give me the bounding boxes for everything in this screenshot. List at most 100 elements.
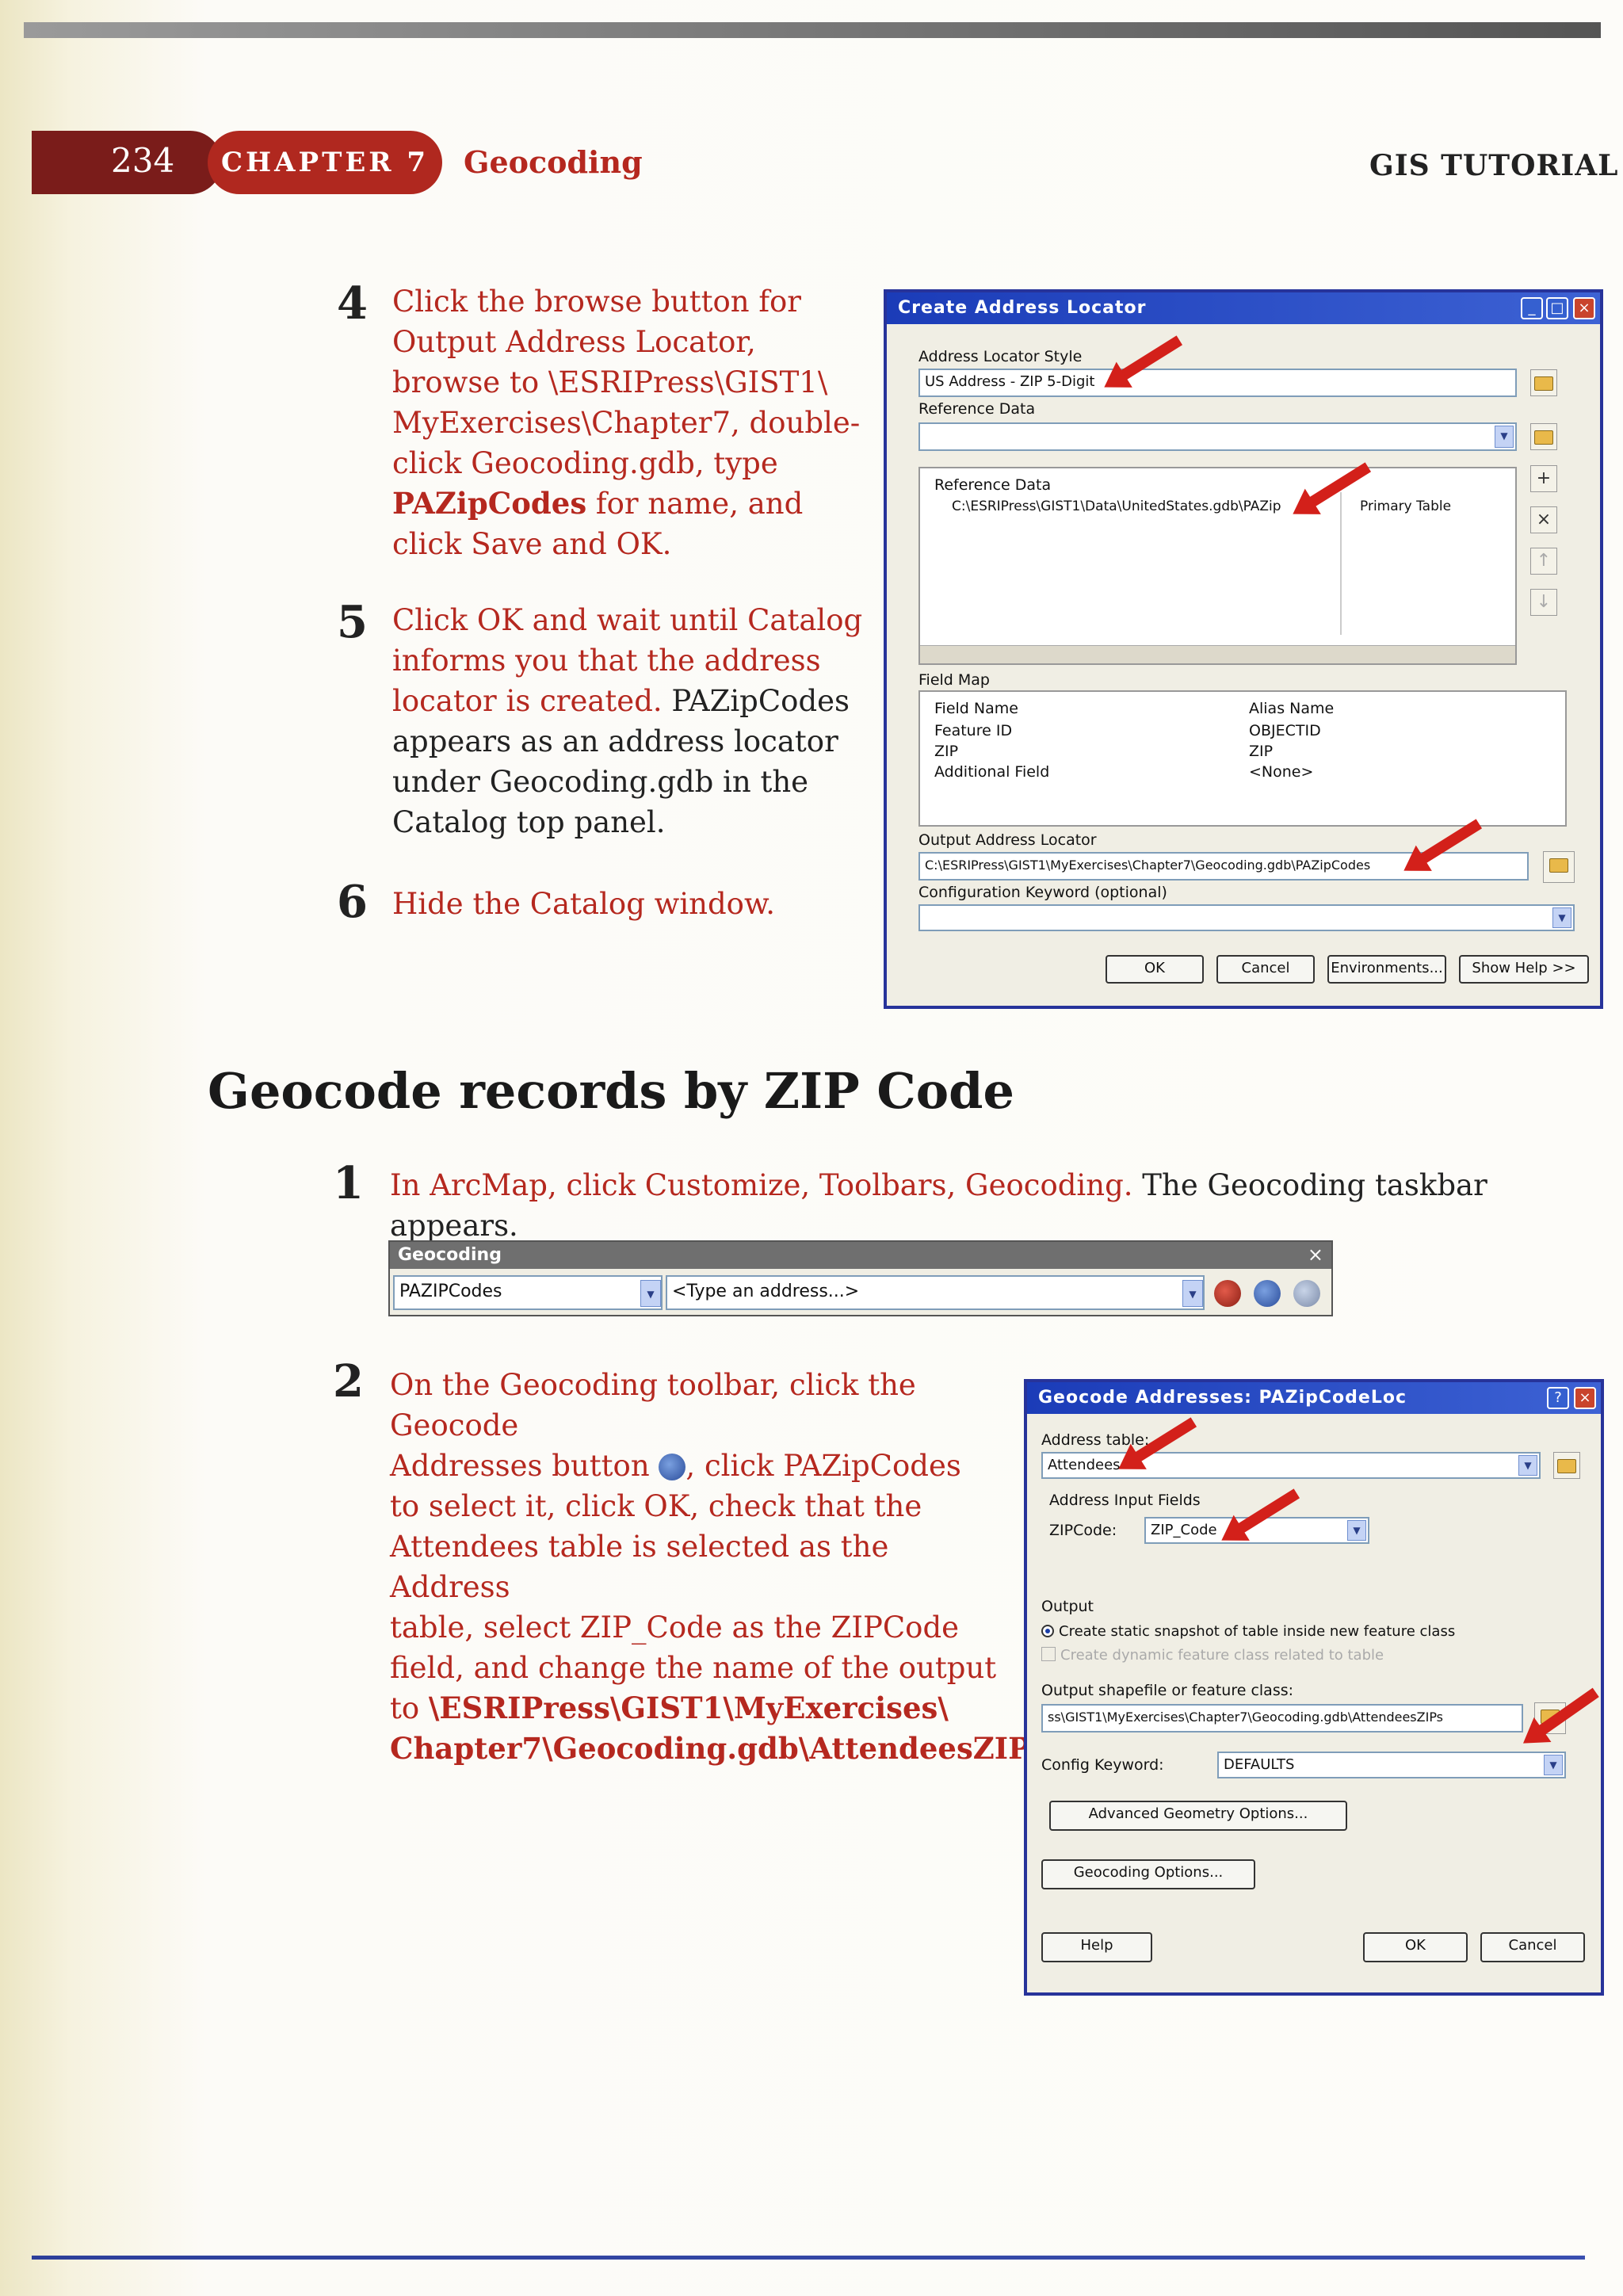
text-run: , click PAZipCodes [685, 1449, 961, 1483]
chevron-down-icon: ▼ [1347, 1520, 1366, 1541]
close-button[interactable]: × [1573, 297, 1595, 319]
section-heading: Geocode records by ZIP Code [208, 1062, 1014, 1120]
table-cell: ZIP [934, 743, 959, 760]
add-icon[interactable]: + [1530, 465, 1557, 492]
step-number: 6 [337, 876, 368, 928]
dialog-title: Geocode Addresses: PAZipCodeLoc [1027, 1382, 1601, 1414]
reference-path: C:\ESRIPress\GIST1\Data\UnitedStates.gdb… [952, 499, 1281, 514]
text-run: to [390, 1691, 429, 1725]
ok-button[interactable]: OK [1106, 955, 1204, 984]
maximize-button[interactable]: □ [1546, 297, 1568, 319]
field-map-table: Field Name Alias Name Feature ID OBJECTI… [918, 690, 1567, 827]
option-label: Create static snapshot of table inside n… [1059, 1623, 1456, 1640]
chevron-down-icon: ▼ [1552, 907, 1571, 928]
step-number: 1 [333, 1157, 364, 1209]
geocode-addresses-icon [659, 1454, 686, 1480]
step-4-text: Click the browse button for Output Addre… [392, 281, 884, 564]
address-input[interactable]: <Type an address...> [666, 1275, 1205, 1310]
geocoding-toolbar: Geocoding × PAZIPCodes ▼ <Type an addres… [388, 1240, 1333, 1316]
text-line: Chapter7\Geocoding.gdb\AttendeesZIP. [390, 1729, 1040, 1769]
locator-dropdown[interactable]: PAZIPCodes [393, 1275, 663, 1310]
keyword-dropdown[interactable]: ▼ [918, 904, 1575, 931]
geocoding-options-button[interactable]: Geocoding Options... [1041, 1859, 1255, 1889]
column-header: Field Name [934, 700, 1018, 717]
bold-text: Chapter7\Geocoding.gdb\AttendeesZIP [390, 1731, 1030, 1766]
geocode-addresses-icon[interactable] [1254, 1280, 1281, 1307]
page-number: 234 [111, 141, 175, 180]
remove-icon[interactable]: × [1530, 506, 1557, 533]
text-line: appears as an address locator [392, 724, 838, 758]
review-rematch-icon[interactable] [1293, 1280, 1320, 1307]
table-cell: ZIP [1249, 743, 1274, 760]
style-label: Address Locator Style [918, 348, 1083, 365]
step-number: 2 [333, 1355, 364, 1408]
advanced-geometry-button[interactable]: Advanced Geometry Options... [1049, 1801, 1347, 1831]
radio-selected[interactable] [1041, 1625, 1054, 1637]
ok-button[interactable]: OK [1363, 1932, 1468, 1962]
help-button[interactable]: Help [1041, 1932, 1152, 1962]
top-rule [24, 22, 1601, 38]
show-help-button[interactable]: Show Help >> [1459, 955, 1589, 984]
output-class-field[interactable]: ss\GIST1\MyExercises\Chapter7\Geocoding.… [1041, 1704, 1523, 1733]
folder-icon [1549, 858, 1568, 873]
move-up-icon[interactable]: ↑ [1530, 548, 1557, 575]
environments-button[interactable]: Environments... [1327, 955, 1446, 984]
text-line: Click the browse button for [392, 285, 801, 319]
chevron-down-icon[interactable]: ▼ [1182, 1280, 1203, 1307]
bold-text: PAZipCodes [392, 486, 587, 521]
text-line: field, and change the name of the output [390, 1651, 997, 1685]
text-line: browse to \ESRIPress\GIST1\ [392, 365, 828, 399]
step-number: 4 [337, 277, 368, 330]
field-map-label: Field Map [918, 671, 990, 689]
chevron-down-icon: ▼ [1518, 1455, 1537, 1476]
table-browse-button[interactable] [1553, 1452, 1580, 1479]
text-line: to select it, click OK, check that the [390, 1489, 922, 1523]
text-line: Click OK and wait until Catalog [392, 603, 863, 637]
config-keyword-label: Config Keyword: [1041, 1756, 1164, 1774]
address-table-label: Address table: [1041, 1431, 1150, 1449]
chevron-down-icon[interactable]: ▼ [640, 1280, 661, 1307]
close-button[interactable]: × [1574, 1387, 1596, 1409]
dropdown-value: DEFAULTS [1224, 1756, 1295, 1773]
move-down-icon[interactable]: ↓ [1530, 589, 1557, 616]
text-line: Attendees table is selected as the Addre… [390, 1530, 889, 1604]
chapter-label: CHAPTER 7 [208, 131, 442, 194]
bottom-rule [32, 2256, 1585, 2260]
horizontal-scrollbar[interactable] [920, 645, 1515, 663]
reference-role: Primary Table [1360, 499, 1452, 514]
text-line: Addresses button , click PAZipCodes [390, 1446, 1008, 1486]
cancel-button[interactable]: Cancel [1480, 1932, 1585, 1962]
zoom-to-address-icon[interactable] [1214, 1280, 1241, 1307]
text-line: informs you that the address [392, 644, 821, 678]
output-class-label: Output shapefile or feature class: [1041, 1682, 1294, 1699]
column-header: Reference Data [934, 476, 1052, 494]
minimize-button[interactable]: _ [1521, 297, 1543, 319]
radio-disabled[interactable] [1041, 1647, 1056, 1661]
reference-data-dropdown[interactable]: ▼ [918, 422, 1517, 451]
close-icon[interactable]: × [1308, 1244, 1323, 1266]
keyword-label: Configuration Keyword (optional) [918, 884, 1167, 901]
step-2-text: On the Geocoding toolbar, click the Geoc… [390, 1365, 1040, 1769]
table-cell: Additional Field [934, 763, 1050, 781]
step-5-text: Click OK and wait until Catalog informs … [392, 600, 899, 842]
style-field[interactable]: US Address - ZIP 5-Digit [918, 369, 1517, 397]
step-1-text: In ArcMap, click Customize, Toolbars, Ge… [390, 1165, 1623, 1246]
reference-browse-button[interactable] [1530, 423, 1557, 450]
help-icon[interactable]: ? [1547, 1387, 1569, 1409]
dropdown-value: Attendees [1048, 1457, 1121, 1473]
output-browse-button[interactable] [1543, 851, 1575, 883]
table-cell: Feature ID [934, 722, 1013, 739]
table-cell: OBJECTID [1249, 722, 1321, 739]
zipcode-label: ZIPCode: [1049, 1522, 1117, 1539]
create-address-locator-dialog: Create Address Locator _ □ × Address Loc… [884, 289, 1603, 1009]
geocode-addresses-dialog: Geocode Addresses: PAZipCodeLoc ? × Addr… [1024, 1379, 1604, 1996]
config-keyword-dropdown[interactable]: DEFAULTS ▼ [1217, 1752, 1566, 1778]
style-browse-button[interactable] [1530, 369, 1557, 396]
text-line: under Geocoding.gdb in the [392, 765, 809, 799]
dynamic-option[interactable]: Create dynamic feature class related to … [1041, 1647, 1384, 1664]
step-number: 5 [337, 596, 368, 648]
text-line: PAZipCodes for name, and [392, 483, 884, 524]
static-option[interactable]: Create static snapshot of table inside n… [1041, 1623, 1455, 1640]
cancel-button[interactable]: Cancel [1216, 955, 1315, 984]
text-line: Output Address Locator, [392, 325, 756, 359]
